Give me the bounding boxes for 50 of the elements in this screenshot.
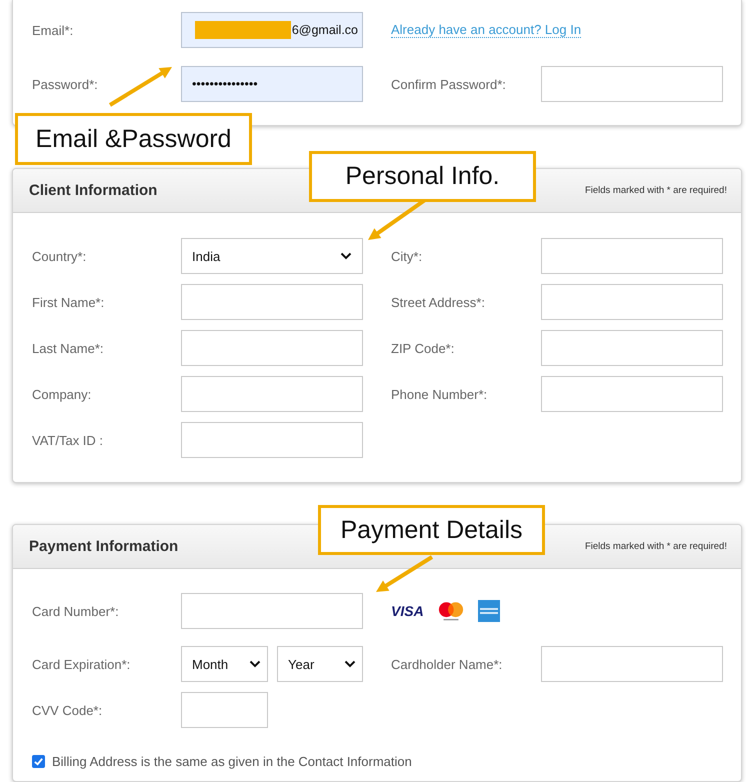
- input-field[interactable]: [181, 422, 363, 458]
- input-field[interactable]: [541, 330, 723, 366]
- field-label: Password*:: [32, 76, 99, 92]
- field-label: VAT/Tax ID :: [32, 432, 104, 448]
- input-field[interactable]: [181, 376, 363, 412]
- chevron-down-icon: [340, 252, 352, 260]
- field-label: City*:: [391, 248, 424, 264]
- country-select[interactable]: India: [181, 238, 363, 274]
- panel-title: Payment Information: [29, 538, 178, 555]
- chevron-down-icon: [249, 660, 261, 668]
- field-label: Card Expiration*:: [32, 656, 132, 672]
- billing-checkbox-row[interactable]: Billing Address is the same as given in the Contact Information: [32, 754, 741, 769]
- input-field[interactable]: [541, 376, 723, 412]
- input-field[interactable]: [181, 593, 363, 629]
- callout-arrow: [376, 555, 434, 592]
- email-field[interactable]: 6@gmail.co: [181, 12, 363, 48]
- field-label: Card Number*:: [32, 604, 120, 618]
- callout-box: Email &Password: [15, 113, 252, 165]
- callout-box: Personal Info.: [309, 151, 536, 202]
- date-select[interactable]: Year: [277, 646, 363, 682]
- required-note: Fields marked with * are required!: [584, 185, 727, 196]
- field-label: CVV Code*:: [32, 702, 104, 718]
- field-label: Cardholder Name*:: [391, 656, 504, 672]
- input-field[interactable]: [181, 330, 363, 366]
- visa-logo: VISA: [391, 603, 424, 619]
- panel-title: Client Information: [29, 182, 158, 199]
- mastercard-icon: [438, 600, 464, 622]
- input-field[interactable]: [541, 66, 723, 102]
- chevron-down-icon: [344, 660, 356, 668]
- callout-box: Payment Details: [318, 505, 545, 555]
- field-label: Last Name*:: [32, 340, 105, 356]
- password-field[interactable]: •••••••••••••••: [181, 66, 363, 102]
- field-label: Confirm Password*:: [391, 76, 507, 92]
- date-select[interactable]: Month: [181, 646, 268, 682]
- field-label: Company:: [32, 386, 92, 402]
- field-label: Street Address*:: [391, 294, 486, 310]
- checkbox[interactable]: [32, 755, 45, 768]
- required-note: Fields marked with * are required!: [584, 541, 727, 552]
- input-field[interactable]: [181, 284, 363, 320]
- checkbox-label: Billing Address is the same as given in the Contact Information: [52, 754, 412, 769]
- input-field[interactable]: [541, 238, 723, 274]
- field-label: Email*:: [32, 22, 74, 38]
- callout-arrow: [108, 67, 172, 107]
- input-field[interactable]: [181, 692, 268, 728]
- input-field[interactable]: [541, 284, 723, 320]
- field-label: ZIP Code*:: [391, 340, 456, 356]
- field-label: Phone Number*:: [391, 386, 488, 402]
- input-field[interactable]: [541, 646, 723, 682]
- field-label: Country*:: [32, 248, 88, 264]
- field-label: First Name*:: [32, 294, 106, 310]
